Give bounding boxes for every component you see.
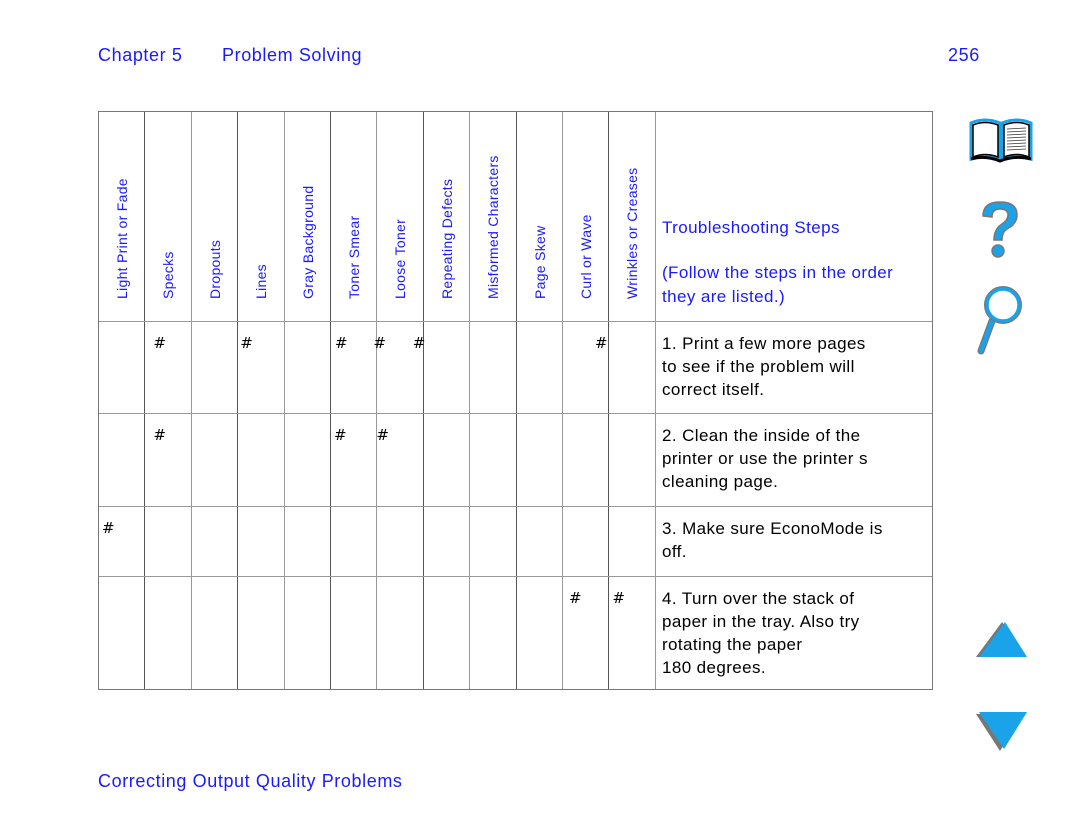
chapter-title: Problem Solving [222,45,363,65]
column-header-label: Dropouts [206,239,223,299]
column-header-label: Light Print or Fade [114,178,130,299]
column-header: Wrinkles or Creases [609,112,655,321]
column-header: Loose Toner [377,112,423,321]
troubleshooting-step: 1. Print a few more pages to see if the … [662,334,866,399]
column-header-label: Loose Toner [392,218,409,299]
book-icon[interactable] [967,115,1035,165]
column-header: Gray Background [285,112,331,321]
previous-page-arrow-icon[interactable] [975,619,1031,661]
section-footer-title: Correcting Output Quality Problems [98,771,403,791]
column-header: Curl or Wave [563,112,609,321]
column-header: Light Print or Fade [99,112,145,321]
column-header: Repeating Defects [424,112,470,321]
issue-mark: # [569,589,582,607]
next-page-arrow-icon[interactable] [975,711,1031,753]
issue-mark: # [102,519,115,537]
troubleshooting-table: Light Print or Fade Specks Dropouts Lines Gr… [98,111,933,690]
issue-mark: # [240,334,253,352]
issue-mark: # [376,426,389,444]
steps-column-header: Troubleshooting Steps (Follow the steps … [662,216,932,309]
column-header-label: Repeating Defects [438,178,455,299]
search-magnifier-icon[interactable] [975,285,1025,355]
troubleshooting-step: 2. Clean the inside of the printer or us… [662,426,868,491]
row-divider [99,576,932,577]
issue-mark: # [334,426,347,444]
column-header-label: Curl or Wave [578,214,594,299]
issue-mark: # [153,334,166,352]
issue-mark: # [335,334,348,352]
column-header-label: Misformed Characters [485,155,502,299]
column-header: Lines [238,112,284,321]
steps-heading: Troubleshooting Steps [662,218,840,237]
issue-mark: # [153,426,166,444]
column-header: Page Skew [517,112,563,321]
column-header-label: Page Skew [531,225,548,299]
column-header: Misformed Characters [470,112,516,321]
issue-mark: # [373,334,386,352]
page-number: 256 [948,45,980,65]
column-header-label: Lines [253,264,270,299]
column-header-label: Wrinkles or Creases [624,167,641,299]
column-header-label: Toner Smear [346,215,362,299]
issue-mark: # [595,334,608,352]
steps-subheading: (Follow the steps in the order they are … [662,263,894,306]
column-header: Toner Smear [331,112,377,321]
troubleshooting-step: 3. Make sure EconoMode is off. [662,519,883,561]
issue-mark: # [412,334,426,352]
column-header-label: Specks [160,251,177,299]
issue-mark: # [612,589,625,607]
help-question-icon[interactable] [975,198,1025,262]
column-header-label: Gray Background [299,185,316,299]
column-header: Specks [145,112,191,321]
chapter-label: Chapter 5 [98,45,183,65]
column-header: Dropouts [192,112,238,321]
row-divider [99,506,932,507]
row-divider [99,413,932,414]
row-divider [99,321,932,322]
troubleshooting-step: 4. Turn over the stack of paper in the t… [662,589,860,677]
